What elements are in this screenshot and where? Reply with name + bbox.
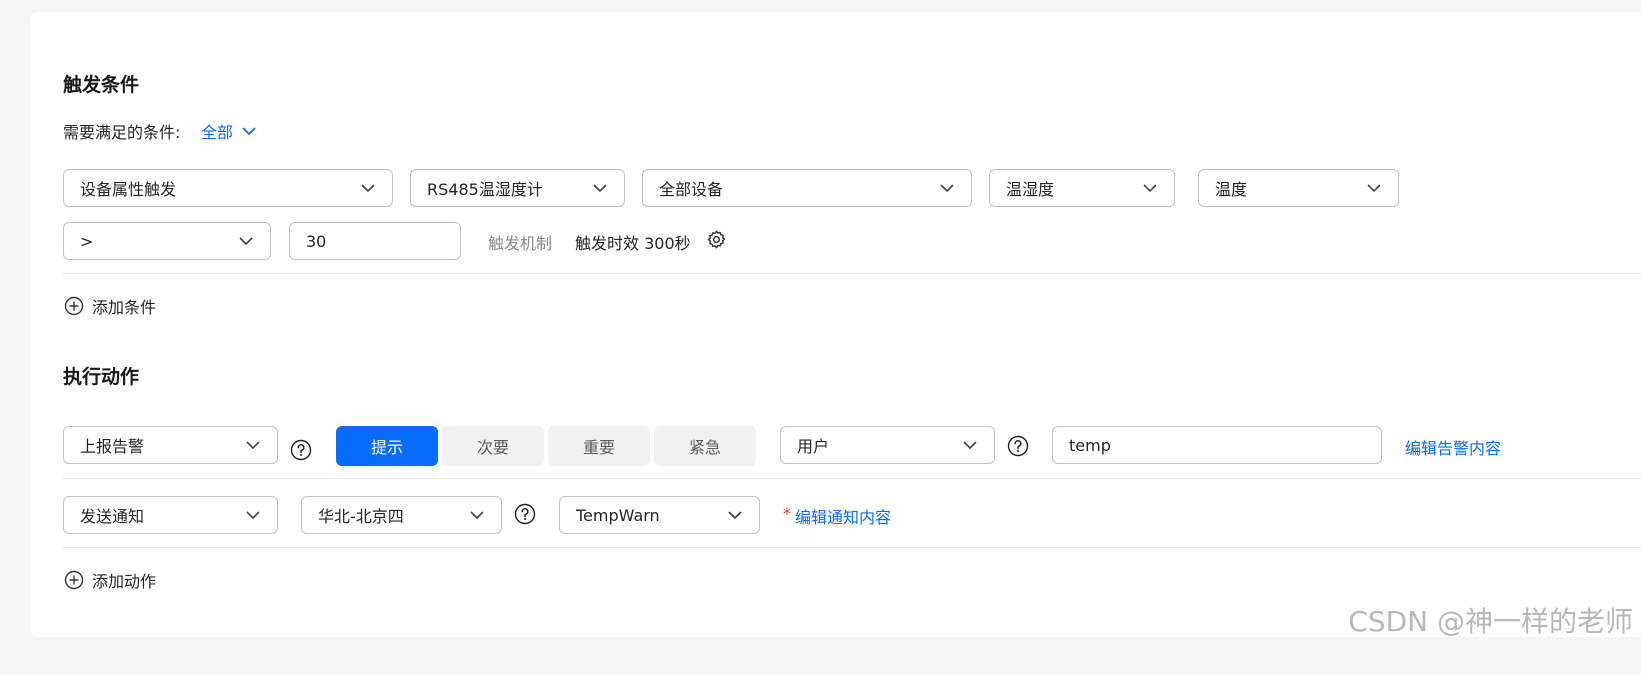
condition-mode-dropdown[interactable]: 全部 — [201, 119, 257, 143]
chevron-down-icon — [1367, 184, 1381, 193]
product-select[interactable]: RS485温湿度计 — [410, 169, 625, 207]
service-select[interactable]: 温湿度 — [989, 169, 1175, 207]
alarm-scope-select[interactable]: 用户 — [780, 426, 995, 464]
chevron-down-icon — [728, 511, 742, 520]
alarm-name-input[interactable] — [1052, 426, 1382, 464]
condition-mode-value: 全部 — [201, 123, 234, 142]
plus-circle-icon — [64, 296, 84, 316]
chevron-down-icon — [593, 184, 607, 193]
chevron-down-icon — [242, 127, 256, 136]
level-tab-critical[interactable]: 紧急 — [654, 426, 756, 466]
action-type-notify-value: 发送通知 — [80, 507, 145, 526]
operator-value: > — [80, 231, 94, 251]
notify-divider — [63, 547, 1641, 548]
trigger-divider — [63, 273, 1641, 274]
watermark: CSDN @神一样的老师 — [1348, 605, 1633, 638]
alarm-scope-value: 用户 — [797, 437, 830, 456]
add-condition-button[interactable]: 添加条件 — [64, 294, 156, 318]
trigger-section-title: 触发条件 — [63, 74, 140, 96]
action-section-title: 执行动作 — [63, 366, 140, 388]
chevron-down-icon — [1143, 184, 1157, 193]
region-select[interactable]: 华北-北京四 — [301, 496, 502, 534]
level-tab-hint[interactable]: 提示 — [336, 426, 438, 466]
chevron-down-icon — [361, 184, 375, 193]
notify-template-select[interactable]: TempWarn — [559, 496, 760, 534]
edit-notify-content-link[interactable]: 编辑通知内容 — [795, 504, 891, 528]
device-value: 全部设备 — [659, 180, 724, 199]
add-action-label: 添加动作 — [92, 572, 157, 591]
service-value: 温湿度 — [1006, 180, 1055, 199]
chevron-down-icon — [239, 237, 253, 246]
product-value: RS485温湿度计 — [427, 180, 543, 199]
gear-icon[interactable] — [706, 229, 727, 250]
chevron-down-icon — [940, 184, 954, 193]
trigger-type-value: 设备属性触发 — [80, 180, 177, 199]
condition-requirement-label: 需要满足的条件: — [63, 123, 181, 142]
region-value: 华北-北京四 — [318, 507, 404, 526]
trigger-mechanism-value: 触发时效 300秒 — [575, 234, 691, 253]
help-icon[interactable] — [514, 503, 536, 525]
level-tab-minor[interactable]: 次要 — [442, 426, 544, 466]
level-tab-major[interactable]: 重要 — [548, 426, 650, 466]
property-select[interactable]: 温度 — [1198, 169, 1399, 207]
action-type-select-notify[interactable]: 发送通知 — [63, 496, 278, 534]
edit-alarm-content-link[interactable]: 编辑告警内容 — [1405, 435, 1501, 459]
rule-panel — [30, 12, 1641, 637]
chevron-down-icon — [963, 441, 977, 450]
action-type-select-alarm[interactable]: 上报告警 — [63, 426, 278, 464]
help-icon[interactable] — [1007, 435, 1029, 457]
add-action-button[interactable]: 添加动作 — [64, 568, 156, 592]
help-icon[interactable] — [290, 439, 312, 461]
property-value: 温度 — [1215, 180, 1248, 199]
trigger-mechanism-label: 触发机制 — [488, 234, 553, 253]
threshold-input[interactable] — [289, 222, 461, 260]
chevron-down-icon — [470, 511, 484, 520]
alarm-divider — [63, 478, 1641, 479]
required-mark: * — [783, 504, 791, 523]
action-type-alarm-value: 上报告警 — [80, 437, 145, 456]
chevron-down-icon — [246, 441, 260, 450]
add-condition-label: 添加条件 — [92, 298, 157, 317]
device-select[interactable]: 全部设备 — [642, 169, 972, 207]
chevron-down-icon — [246, 511, 260, 520]
notify-template-value: TempWarn — [576, 505, 660, 525]
operator-select[interactable]: > — [63, 222, 271, 260]
edit-notify-content-group: * 编辑通知内容 — [783, 504, 891, 528]
trigger-type-select[interactable]: 设备属性触发 — [63, 169, 393, 207]
plus-circle-icon — [64, 570, 84, 590]
